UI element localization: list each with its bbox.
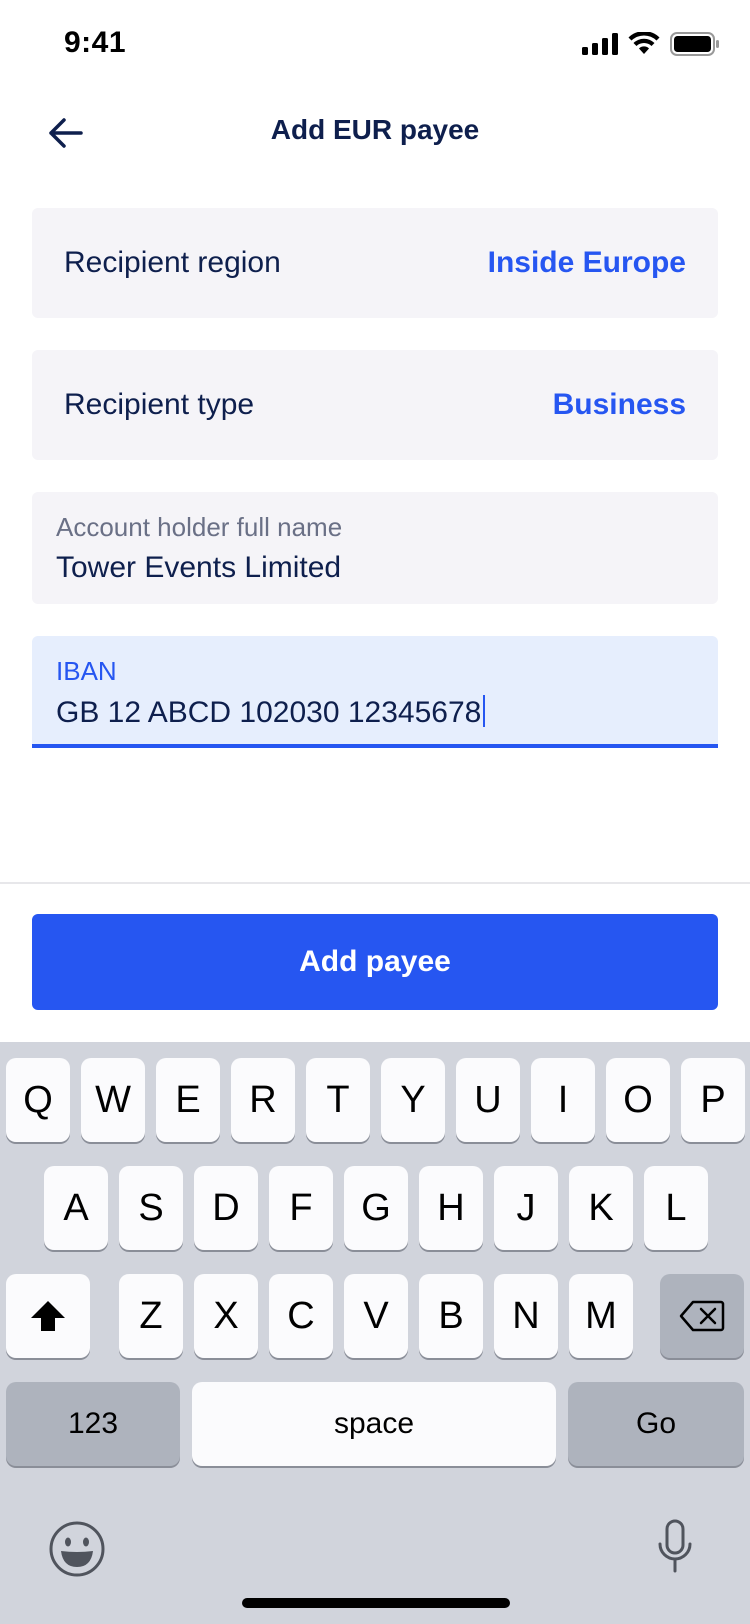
go-key[interactable]: Go	[568, 1382, 744, 1466]
account-holder-field[interactable]: Account holder full name Tower Events Li…	[32, 492, 718, 604]
recipient-type-selector[interactable]: Recipient type Business	[32, 350, 718, 460]
account-holder-label: Account holder full name	[56, 512, 343, 542]
status-bar: 9:41	[0, 0, 750, 88]
shift-arrow-icon	[31, 1301, 65, 1331]
key-c[interactable]: C	[269, 1274, 333, 1358]
divider	[0, 882, 750, 884]
key-y[interactable]: Y	[381, 1058, 445, 1142]
key-e[interactable]: E	[156, 1058, 220, 1142]
key-l[interactable]: L	[644, 1166, 708, 1250]
key-k[interactable]: K	[569, 1166, 633, 1250]
key-q[interactable]: Q	[6, 1058, 70, 1142]
page-title: Add EUR payee	[270, 114, 480, 145]
key-d[interactable]: D	[194, 1166, 258, 1250]
microphone-icon[interactable]	[656, 1518, 694, 1578]
recipient-region-selector[interactable]: Recipient region Inside Europe	[32, 208, 718, 318]
emoji-icon[interactable]	[48, 1520, 106, 1578]
account-holder-value: Tower Events Limited	[56, 551, 342, 584]
status-time: 9:41	[64, 26, 127, 59]
iban-label: IBAN	[56, 656, 117, 686]
key-z[interactable]: Z	[119, 1274, 183, 1358]
recipient-type-value: Business	[552, 388, 686, 421]
space-key[interactable]: space	[192, 1382, 556, 1466]
key-g[interactable]: G	[344, 1166, 408, 1250]
key-s[interactable]: S	[119, 1166, 183, 1250]
iban-value: GB 12 ABCD 102030 12345678	[56, 696, 482, 729]
recipient-region-value: Inside Europe	[487, 246, 686, 279]
home-indicator	[242, 1598, 510, 1608]
key-b[interactable]: B	[419, 1274, 483, 1358]
keyboard: Q W E R T Y U I O P A S D F G H J K L Z …	[0, 1042, 750, 1624]
key-o[interactable]: O	[606, 1058, 670, 1142]
cellular-signal-icon	[582, 33, 618, 55]
delete-key[interactable]	[660, 1274, 744, 1358]
key-f[interactable]: F	[269, 1166, 333, 1250]
backspace-icon	[679, 1300, 725, 1332]
key-x[interactable]: X	[194, 1274, 258, 1358]
key-n[interactable]: N	[494, 1274, 558, 1358]
wifi-icon	[628, 32, 660, 54]
key-a[interactable]: A	[44, 1166, 108, 1250]
key-m[interactable]: M	[569, 1274, 633, 1358]
key-h[interactable]: H	[419, 1166, 483, 1250]
numbers-key[interactable]: 123	[6, 1382, 180, 1466]
shift-key[interactable]	[6, 1274, 90, 1358]
iban-input-line: GB 12 ABCD 102030 12345678	[56, 695, 694, 730]
iban-field[interactable]: IBAN GB 12 ABCD 102030 12345678	[32, 636, 718, 748]
status-icons	[582, 32, 720, 56]
key-j[interactable]: J	[494, 1166, 558, 1250]
recipient-type-label: Recipient type	[64, 388, 255, 421]
add-payee-button[interactable]: Add payee	[32, 914, 718, 1010]
key-i[interactable]: I	[531, 1058, 595, 1142]
key-u[interactable]: U	[456, 1058, 520, 1142]
key-v[interactable]: V	[344, 1274, 408, 1358]
recipient-region-label: Recipient region	[64, 246, 281, 279]
text-caret	[483, 695, 486, 727]
battery-icon	[670, 32, 719, 56]
key-r[interactable]: R	[231, 1058, 295, 1142]
key-t[interactable]: T	[306, 1058, 370, 1142]
key-p[interactable]: P	[681, 1058, 745, 1142]
key-w[interactable]: W	[81, 1058, 145, 1142]
nav-header: Add EUR payee	[0, 88, 750, 188]
